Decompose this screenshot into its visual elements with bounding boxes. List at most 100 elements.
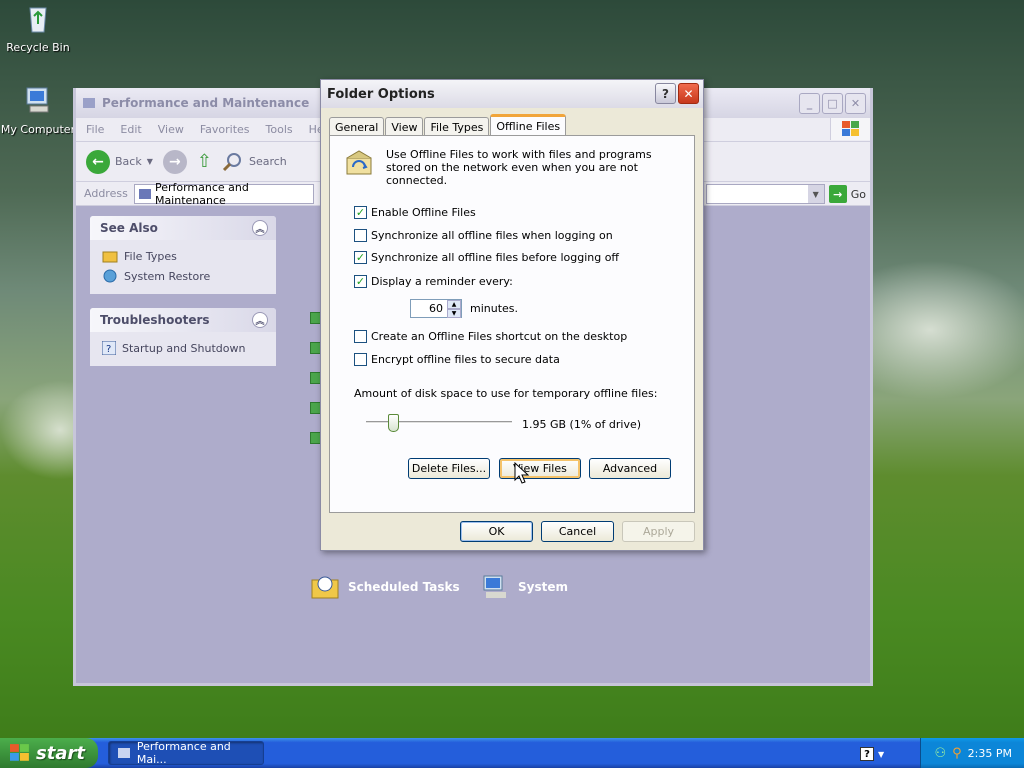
- task-label: System: [518, 580, 568, 594]
- system-icon: [483, 575, 506, 598]
- clock[interactable]: 2:35 PM: [968, 747, 1012, 760]
- minimize-button[interactable]: _: [799, 93, 820, 114]
- checkbox-box[interactable]: ✓: [354, 275, 367, 288]
- delete-files-button[interactable]: Delete Files...: [408, 458, 490, 479]
- reminder-interval: 60 ▲ ▼ minutes.: [410, 299, 518, 318]
- menu-tools[interactable]: Tools: [266, 123, 293, 136]
- close-button[interactable]: ✕: [845, 93, 866, 114]
- troubleshooters-title: Troubleshooters: [100, 313, 210, 327]
- encrypt-checkbox[interactable]: Encrypt offline files to secure data: [354, 353, 560, 366]
- go-arrow-icon[interactable]: →: [828, 185, 847, 203]
- address-value: Performance and Maintenance: [154, 180, 249, 207]
- forward-button[interactable]: →: [162, 149, 187, 174]
- help-icon[interactable]: ?: [860, 747, 874, 761]
- help-tray: ? ▼: [860, 744, 900, 764]
- info-text: Use Offline Files to work with files and…: [386, 148, 652, 187]
- system-restore-icon: [103, 269, 117, 283]
- menu-favorites[interactable]: Favorites: [200, 123, 250, 136]
- checkbox-box[interactable]: ✓: [354, 206, 367, 219]
- advanced-button[interactable]: Advanced: [589, 458, 671, 479]
- taskbar-item-explorer[interactable]: Performance and Mai...: [108, 740, 264, 766]
- info-section: Use Offline Files to work with files and…: [344, 148, 684, 187]
- offline-files-icon: [346, 150, 372, 175]
- tab-general[interactable]: General: [329, 117, 385, 136]
- spin-up-icon[interactable]: ▲: [447, 300, 461, 309]
- back-button[interactable]: ← Back ▼: [86, 149, 153, 174]
- search-icon[interactable]: ⚲: [952, 746, 962, 761]
- link-system-restore[interactable]: System Restore: [90, 266, 276, 286]
- go-button[interactable]: Go: [851, 188, 866, 201]
- disk-space-label: Amount of disk space to use for temporar…: [354, 387, 658, 400]
- troubleshooters-header[interactable]: Troubleshooters ︽: [90, 308, 276, 332]
- checkbox-box[interactable]: [354, 229, 367, 242]
- task-label: Scheduled Tasks: [348, 580, 460, 594]
- desktop-icon-my-computer[interactable]: My Computer: [0, 84, 76, 136]
- ok-button[interactable]: OK: [460, 521, 533, 542]
- view-files-button[interactable]: View Files: [499, 458, 581, 479]
- desktop-icon-label: My Computer: [0, 123, 76, 136]
- tab-file-types[interactable]: File Types: [424, 117, 490, 136]
- tab-view[interactable]: View: [385, 117, 424, 136]
- menu-view[interactable]: View: [158, 123, 184, 136]
- address-input[interactable]: Performance and Maintenance: [133, 180, 314, 207]
- system-item[interactable]: System: [480, 572, 568, 602]
- start-button[interactable]: start: [0, 738, 98, 768]
- explorer-title: Performance and Maintenance: [102, 96, 310, 110]
- network-icon[interactable]: ⚇: [934, 746, 946, 761]
- slider-thumb[interactable]: [388, 414, 399, 432]
- link-label: Startup and Shutdown: [122, 341, 246, 355]
- offline-files-panel: Use Offline Files to work with files and…: [329, 135, 695, 513]
- link-label: System Restore: [124, 269, 211, 283]
- help-button[interactable]: ?: [655, 83, 676, 104]
- checkbox-label: Create an Offline Files shortcut on the …: [371, 330, 628, 343]
- folder-icon: [118, 748, 130, 758]
- checkbox-label: Enable Offline Files: [371, 206, 476, 219]
- folder-options-dialog: Folder Options ? ✕ General View File Typ…: [320, 79, 704, 551]
- address-dropdown[interactable]: ▼: [706, 184, 825, 204]
- chevron-down-icon[interactable]: ▼: [878, 750, 884, 759]
- desktop-icon-recycle-bin[interactable]: Recycle Bin: [0, 2, 76, 54]
- scheduled-tasks-item[interactable]: Scheduled Tasks: [310, 572, 460, 602]
- folder-icon: [138, 188, 151, 199]
- link-startup-shutdown[interactable]: ? Startup and Shutdown: [90, 338, 276, 358]
- sync-logon-checkbox[interactable]: Synchronize all offline files when loggi…: [354, 229, 613, 242]
- tab-offline-files[interactable]: Offline Files: [490, 114, 567, 136]
- dialog-title: Folder Options: [327, 86, 435, 102]
- spin-down-icon[interactable]: ▼: [447, 309, 461, 318]
- link-file-types[interactable]: File Types: [90, 246, 276, 266]
- collapse-icon[interactable]: ︽: [252, 312, 268, 328]
- menu-file[interactable]: File: [86, 123, 104, 136]
- apply-button[interactable]: Apply: [622, 521, 695, 542]
- tab-strip: General View File Types Offline Files: [329, 114, 567, 136]
- windows-logo-icon: [830, 118, 870, 140]
- checkbox-box[interactable]: ✓: [354, 251, 367, 264]
- reminder-unit: minutes.: [470, 302, 519, 315]
- menu-edit[interactable]: Edit: [120, 123, 141, 136]
- collapse-icon[interactable]: ︽: [252, 220, 268, 236]
- desktop-icon-label: Recycle Bin: [6, 41, 70, 54]
- close-button[interactable]: ✕: [678, 83, 699, 104]
- see-also-header[interactable]: See Also ︽: [90, 216, 276, 240]
- disk-space-slider[interactable]: [366, 412, 512, 432]
- reminder-value[interactable]: 60: [411, 300, 447, 317]
- sync-logoff-checkbox[interactable]: ✓ Synchronize all offline files before l…: [354, 251, 619, 264]
- search-button[interactable]: Search: [222, 151, 287, 173]
- back-arrow-icon: ←: [86, 149, 110, 174]
- dialog-title-bar[interactable]: Folder Options ? ✕: [321, 80, 703, 108]
- maximize-button[interactable]: □: [822, 93, 843, 114]
- see-also-panel: See Also ︽ File Types System Restore: [90, 216, 276, 294]
- enable-offline-files-checkbox[interactable]: ✓ Enable Offline Files: [354, 206, 476, 219]
- search-icon: [222, 152, 241, 171]
- checkbox-box[interactable]: [354, 353, 367, 366]
- reminder-checkbox[interactable]: ✓ Display a reminder every:: [354, 275, 513, 288]
- cancel-button[interactable]: Cancel: [541, 521, 614, 542]
- taskbar: start Performance and Mai... ? ▼ ⚇ ⚲ 2:3…: [0, 738, 1024, 768]
- taskbar-item-label: Performance and Mai...: [136, 740, 231, 766]
- shortcut-checkbox[interactable]: Create an Offline Files shortcut on the …: [354, 330, 627, 343]
- up-folder-icon[interactable]: ⇧: [197, 151, 212, 172]
- checkbox-box[interactable]: [354, 330, 367, 343]
- checkbox-label: Synchronize all offline files before log…: [371, 251, 620, 264]
- disk-space-value: 1.95 GB (1% of drive): [522, 418, 642, 431]
- svg-text:?: ?: [106, 344, 111, 355]
- reminder-spinner[interactable]: 60 ▲ ▼: [410, 299, 462, 318]
